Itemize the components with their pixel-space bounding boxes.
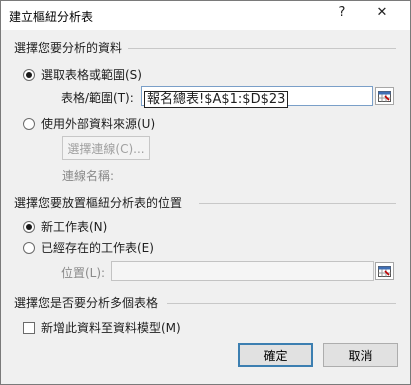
select-table-range-radio[interactable] [23, 68, 35, 81]
range-select-icon [378, 265, 391, 277]
existing-worksheet-label: 已經存在的工作表(E) [41, 241, 154, 255]
new-worksheet-option[interactable]: 新工作表(N) [23, 218, 107, 235]
cancel-button[interactable]: 取消 [323, 343, 398, 367]
add-to-data-model-checkbox[interactable] [23, 321, 35, 334]
select-table-range-label: 選取表格或範圍(S) [41, 68, 142, 82]
section-divider [199, 203, 396, 204]
multiple-tables-heading: 選擇您是否要分析多個表格 [14, 296, 159, 310]
range-select-icon [378, 90, 391, 102]
title-bar: 建立樞紐分析表 ? ✕ [1, 1, 410, 30]
new-worksheet-radio[interactable] [23, 220, 35, 233]
new-worksheet-label: 新工作表(N) [41, 220, 108, 234]
location-label: 位置(L): [61, 266, 106, 280]
ok-button[interactable]: 確定 [238, 343, 313, 367]
connection-name-label: 連線名稱: [62, 169, 115, 183]
add-to-data-model-label: 新增此資料至資料模型(M) [41, 321, 181, 335]
external-data-source-label: 使用外部資料來源(U) [41, 117, 156, 131]
placement-heading: 選擇您要放置樞紐分析表的位置 [14, 196, 183, 210]
table-range-label: 表格/範圍(T): [61, 91, 134, 105]
external-data-source-option[interactable]: 使用外部資料來源(U) [23, 115, 155, 132]
existing-worksheet-radio[interactable] [23, 241, 35, 254]
collapse-dialog-button[interactable] [375, 87, 394, 105]
existing-worksheet-option[interactable]: 已經存在的工作表(E) [23, 239, 154, 256]
location-input[interactable] [111, 261, 374, 281]
create-pivot-table-dialog: 建立樞紐分析表 ? ✕ 選擇您要分析的資料 選取表格或範圍(S) 表格/範圍(T… [0, 0, 411, 385]
location-collapse-button[interactable] [375, 262, 394, 280]
add-to-data-model-option[interactable]: 新增此資料至資料模型(M) [23, 319, 181, 336]
dialog-title: 建立樞紐分析表 [9, 10, 94, 24]
table-range-value: 報名總表!$A$1:$D$23 [144, 91, 289, 108]
choose-connection-button[interactable]: 選擇連線(C)... [62, 136, 150, 160]
close-button[interactable]: ✕ [357, 1, 407, 23]
choose-data-heading: 選擇您要分析的資料 [14, 41, 123, 55]
section-divider [128, 48, 396, 49]
external-data-source-radio[interactable] [23, 117, 35, 130]
section-divider [167, 303, 396, 304]
help-button[interactable]: ? [327, 1, 357, 23]
select-table-range-option[interactable]: 選取表格或範圍(S) [23, 66, 142, 83]
table-range-input[interactable]: 報名總表!$A$1:$D$23 [141, 86, 373, 108]
